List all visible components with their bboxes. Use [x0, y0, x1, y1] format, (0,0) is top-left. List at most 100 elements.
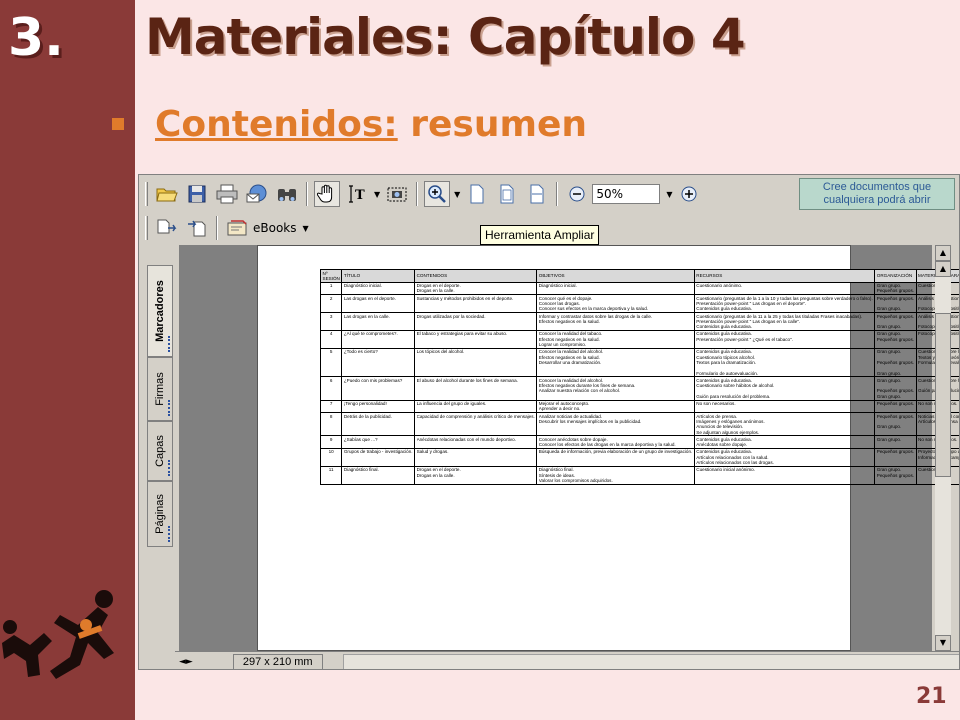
- tab-signatures-label: Firmas: [154, 372, 166, 406]
- zoom-tool-tooltip: Herramienta Ampliar: [480, 225, 600, 245]
- vertical-scrollbar[interactable]: ▲ ▲ ▼: [935, 245, 951, 651]
- create-pdf-banner[interactable]: Cree documentos que cualquiera podrá abr…: [799, 178, 955, 210]
- table-cell: Capacidad de comprensión y análisis crít…: [414, 412, 538, 437]
- table-cell: La influencia del grupo de iguales.: [414, 399, 538, 414]
- binoculars-icon[interactable]: [274, 181, 300, 207]
- zoom-in-circle-icon[interactable]: [676, 181, 702, 207]
- zoom-level-input[interactable]: 50%: [592, 184, 661, 204]
- table-header-cell: CONTENIDOS: [414, 269, 538, 283]
- table-cell: Gran grupo. Pequeños grupos. Gran grupo.: [874, 347, 917, 378]
- scroll-left-right-icon[interactable]: ◄►: [179, 657, 193, 667]
- table-cell: Diagnóstico final.: [341, 465, 416, 485]
- email-icon[interactable]: [244, 181, 270, 207]
- printer-icon[interactable]: [214, 181, 240, 207]
- table-cell: 10: [319, 447, 343, 467]
- page-export-icon[interactable]: [154, 215, 180, 241]
- table-header-cell: TÍTULO: [341, 269, 416, 283]
- tab-bookmarks[interactable]: Marcadores: [147, 265, 173, 357]
- table-cell: Analizar noticias de actualidad. Descubri…: [536, 412, 695, 437]
- tab-grip: [166, 400, 170, 416]
- subtitle-link[interactable]: Contenidos:: [155, 104, 398, 145]
- slide-page-number: 21: [916, 684, 947, 709]
- toolbar-separator: [216, 216, 218, 240]
- table-cell: Los tópicos del alcohol.: [414, 347, 538, 378]
- chevron-down-icon[interactable]: ▼: [666, 190, 672, 199]
- table-cell: ¿Todo es cierto?: [341, 347, 416, 378]
- table-cell: Cuestionario inicial anónimo.: [693, 465, 876, 485]
- scroll-up-icon[interactable]: ▲: [935, 261, 951, 277]
- table-row: 3 Las drogas en la calle. Drogas utilizada…: [319, 312, 959, 331]
- scroll-down-icon[interactable]: ▼: [935, 635, 951, 651]
- table-header-cell: RECURSOS: [693, 269, 876, 283]
- table-cell: Contenidos guía educativa. Artículos rela…: [693, 447, 876, 467]
- table-cell: Artículos de prensa. Imágenes y eslóganes…: [693, 412, 876, 437]
- text-select-icon[interactable]: T: [344, 181, 370, 207]
- bullet-square-icon: [112, 118, 124, 130]
- table-row: 4 ¿Al qué te comprometes?. El tabaco y est…: [319, 329, 959, 349]
- fit-page-icon[interactable]: [494, 181, 520, 207]
- table-cell: Detrás de la publicidad.: [341, 412, 416, 437]
- table-cell: ¿Puedo con mis problemas?: [341, 376, 416, 401]
- toolbar-separator: [306, 182, 308, 206]
- table-cell: 2: [319, 294, 343, 314]
- page-import-icon[interactable]: [184, 215, 210, 241]
- tab-pages[interactable]: Páginas: [147, 481, 173, 547]
- table-cell: Búsqueda de información, previa elaborac…: [536, 447, 695, 467]
- table-row: 1 Diagnóstico inicial. Drogas en el deport…: [319, 281, 959, 296]
- toolbar-grip[interactable]: [145, 216, 148, 240]
- horizontal-scrollbar[interactable]: [342, 653, 959, 669]
- tab-layers[interactable]: Capas: [147, 421, 173, 481]
- tab-layers-label: Capas: [154, 435, 166, 467]
- camera-icon[interactable]: [384, 181, 410, 207]
- chevron-down-icon[interactable]: ▼: [374, 190, 380, 199]
- fit-width-icon[interactable]: [524, 181, 550, 207]
- table-cell: El abuso del alcohol durante los fines d…: [414, 376, 538, 401]
- table-cell: Contenidos guía educativa. Anécdotas sobr…: [693, 435, 876, 449]
- table-cell: Gran grupo. Pequeños grupos.: [874, 465, 917, 485]
- table-row: 8 Detrás de la publicidad. Capacidad de co…: [319, 412, 959, 437]
- actual-size-page-icon[interactable]: [464, 181, 490, 207]
- zoom-out-icon[interactable]: [564, 181, 590, 207]
- table-cell: Conocer anécdotas sobre dopaje. Conocer l…: [536, 435, 695, 449]
- hand-icon[interactable]: [314, 181, 340, 207]
- table-cell: Cuestionario anónimo.: [693, 281, 876, 296]
- table-cell: Diagnóstico final. Síntesis de ideas. Valo…: [536, 465, 695, 485]
- table-cell: Informar y contrastar datos sobre las dr…: [536, 312, 695, 331]
- table-row: 6 ¿Puedo con mis problemas? El abuso del a…: [319, 376, 959, 401]
- toolbar-separator: [416, 182, 419, 206]
- table-cell: 7: [319, 399, 343, 414]
- runner-logo-icon: [2, 590, 114, 679]
- table-row: 10 Grupos de trabajo - investigación. Salu…: [319, 447, 959, 467]
- tab-grip: [166, 526, 170, 542]
- table-cell: Gran grupo.: [874, 435, 917, 449]
- table-cell: El tabaco y estrategias para evitar su a…: [414, 329, 538, 349]
- scrollbar-thumb[interactable]: [935, 313, 951, 477]
- slide-number: 3.: [8, 8, 64, 68]
- ebooks-icon: [227, 220, 247, 236]
- save-icon[interactable]: [184, 181, 210, 207]
- table-cell: 6: [319, 376, 343, 401]
- table-cell: Contenidos guía educativa. Presentación p…: [693, 329, 876, 349]
- subtitle-rest: resumen: [397, 104, 588, 145]
- table-cell: Conocer la realidad del alcohol. Efectos …: [536, 376, 695, 401]
- table-cell: Gran grupo. Pequeños grupos.: [874, 281, 917, 296]
- table-header-cell: Nº SESIÓN: [319, 269, 343, 283]
- ebooks-button[interactable]: eBooks ▼: [222, 215, 316, 241]
- table-cell: Pequeños grupos. Gran grupo.: [874, 412, 917, 437]
- table-row: 9 ¿Sabías que ...? Anécdotas relacionadas …: [319, 435, 959, 449]
- table-cell: Salud y drogas.: [414, 447, 538, 467]
- document-viewport[interactable]: Nº SESIÓN TÍTULO CONTENIDOS OBJETIVOS RECURS…: [179, 245, 959, 651]
- zoom-in-icon[interactable]: [424, 181, 451, 207]
- table-cell: Mejorar el autoconcepto. Aprender a decir…: [536, 399, 695, 414]
- table-cell: Diagnóstico inicial.: [341, 281, 416, 296]
- table-cell: 8: [319, 412, 343, 437]
- tab-grip: [166, 460, 170, 476]
- folder-open-icon[interactable]: [154, 181, 180, 207]
- chevron-down-icon[interactable]: ▼: [454, 190, 460, 199]
- toolbar-grip[interactable]: [145, 182, 148, 206]
- table-cell: Sustancias y métodos prohibidos en el de…: [414, 294, 538, 314]
- table-cell: No son necesarios.: [693, 399, 876, 414]
- tab-signatures[interactable]: Firmas: [147, 357, 173, 421]
- table-cell: Gran grupo. Pequeños grupos. Gran grupo.: [874, 376, 917, 401]
- scroll-up-icon[interactable]: ▲: [935, 245, 951, 261]
